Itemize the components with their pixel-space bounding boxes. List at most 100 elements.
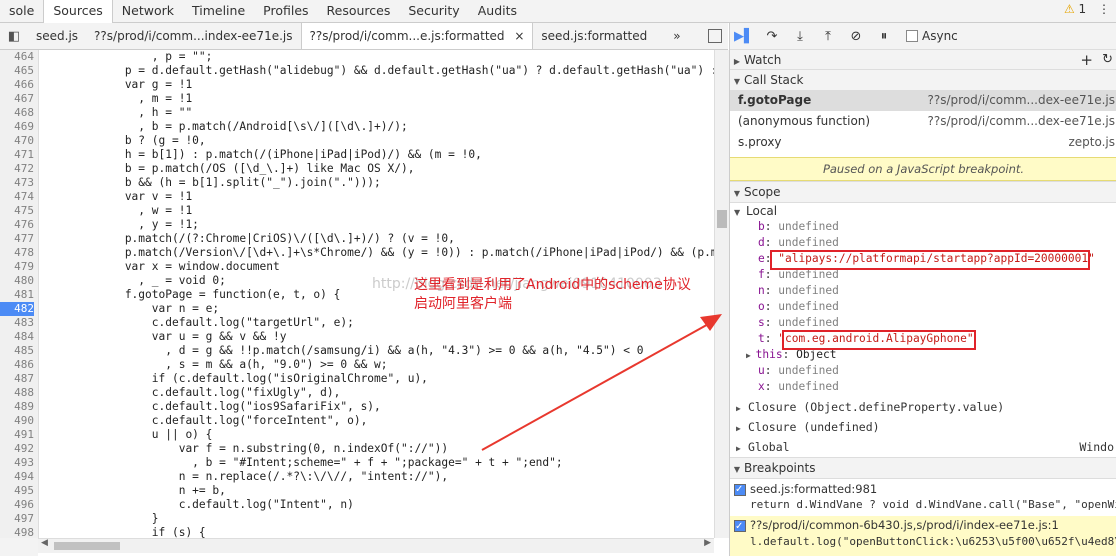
close-icon[interactable]: × <box>514 29 524 43</box>
scope-var[interactable]: x: undefined <box>758 379 839 395</box>
line-number[interactable]: 489 <box>0 400 34 414</box>
async-checkbox[interactable] <box>906 30 918 42</box>
line-number[interactable]: 492 <box>0 442 34 456</box>
tab-console[interactable]: sole <box>0 0 43 22</box>
watch-section-header[interactable]: ▶ Watch + ↻ <box>730 49 1116 71</box>
line-number[interactable]: 471 <box>0 148 34 162</box>
collapse-arrow-icon: ▼ <box>733 189 741 198</box>
scope-var[interactable]: o: undefined <box>758 299 839 315</box>
scrollbar-thumb[interactable] <box>717 210 727 228</box>
step-out-icon[interactable]: ⤒ <box>814 29 842 44</box>
callstack-frame[interactable]: f.gotoPage ??s/prod/i/comm...dex-ee71e.j… <box>730 90 1116 111</box>
line-number[interactable]: 466 <box>0 78 34 92</box>
line-number[interactable]: 464 <box>0 50 34 64</box>
line-number[interactable]: 494 <box>0 470 34 484</box>
tab-resources[interactable]: Resources <box>318 0 400 22</box>
line-number[interactable]: 474 <box>0 190 34 204</box>
line-number[interactable]: 465 <box>0 64 34 78</box>
breakpoint-line-number[interactable]: 482 <box>0 302 34 316</box>
breakpoint-item-active[interactable]: ??s/prod/i/common-6b430.js,s/prod/i/inde… <box>730 516 1116 556</box>
line-number[interactable]: 467 <box>0 92 34 106</box>
file-tab-seed[interactable]: seed.js <box>28 23 86 49</box>
annotation-callout: 这里看到是利用了Android中的scheme协议 启动阿里客户端 <box>414 276 691 314</box>
step-over-icon[interactable]: ↷ <box>758 29 786 44</box>
frame-location[interactable]: ??s/prod/i/comm...dex-ee71e.js <box>928 111 1116 132</box>
refresh-icon[interactable]: ↻ <box>1102 50 1113 70</box>
line-number[interactable]: 485 <box>0 344 34 358</box>
line-number[interactable]: 479 <box>0 260 34 274</box>
breakpoint-checkbox[interactable] <box>734 482 746 498</box>
line-number[interactable]: 481 <box>0 288 34 302</box>
line-number[interactable]: 476 <box>0 218 34 232</box>
scope-var[interactable]: u: undefined <box>758 363 839 379</box>
line-number[interactable]: 490 <box>0 414 34 428</box>
resume-icon[interactable]: ▶▌ <box>730 29 758 44</box>
line-number[interactable]: 495 <box>0 484 34 498</box>
scope-var[interactable]: s: undefined <box>758 315 839 331</box>
scope-closure[interactable]: ▶ Closure (undefined) <box>736 419 880 435</box>
line-number[interactable]: 496 <box>0 498 34 512</box>
line-number[interactable]: 484 <box>0 330 34 344</box>
line-number[interactable]: 478 <box>0 246 34 260</box>
line-number[interactable]: 468 <box>0 106 34 120</box>
tab-timeline[interactable]: Timeline <box>183 0 254 22</box>
annotation-line: 启动阿里客户端 <box>414 296 512 312</box>
line-number[interactable]: 475 <box>0 204 34 218</box>
scope-local-header[interactable]: ▼ Local <box>734 203 777 219</box>
tab-sources[interactable]: Sources <box>43 0 113 23</box>
line-number[interactable]: 488 <box>0 386 34 400</box>
editor-horizontal-scrollbar[interactable]: ◀ ▶ <box>38 538 714 553</box>
scope-var[interactable]: b: undefined <box>758 219 839 235</box>
frame-location[interactable]: zepto.js <box>1068 132 1115 153</box>
pause-on-exceptions-icon[interactable]: ⏸ <box>870 29 898 44</box>
line-number[interactable]: 483 <box>0 316 34 330</box>
more-tabs-icon[interactable]: » <box>665 23 688 49</box>
line-number[interactable]: 493 <box>0 456 34 470</box>
file-tab-seed-formatted[interactable]: seed.js:formatted <box>533 23 655 49</box>
scroll-right-icon[interactable]: ▶ <box>704 538 711 548</box>
scope-var[interactable]: n: undefined <box>758 283 839 299</box>
line-number[interactable]: 491 <box>0 428 34 442</box>
tab-profiles[interactable]: Profiles <box>254 0 317 22</box>
scope-global[interactable]: ▶ Global Windo <box>736 439 1114 455</box>
line-number[interactable]: 497 <box>0 512 34 526</box>
breakpoint-item[interactable]: seed.js:formatted:981 return d.WindVane … <box>730 481 1116 515</box>
scope-var[interactable]: d: undefined <box>758 235 839 251</box>
tab-security[interactable]: Security <box>399 0 468 22</box>
callstack-frame[interactable]: s.proxy zepto.js <box>730 132 1116 153</box>
breakpoints-section-header[interactable]: ▼ Breakpoints <box>730 457 1116 479</box>
line-number[interactable]: 473 <box>0 176 34 190</box>
file-tab-index-formatted[interactable]: ??s/prod/i/comm...e.js:formatted × <box>300 23 534 49</box>
warning-counter[interactable]: ⚠ 1 ⋮ <box>1064 2 1110 16</box>
callstack-frame[interactable]: (anonymous function) ??s/prod/i/comm...d… <box>730 111 1116 132</box>
breakpoint-checkbox[interactable] <box>734 518 746 536</box>
toggle-navigator-icon[interactable]: ◧ <box>0 29 28 44</box>
file-tab-index[interactable]: ??s/prod/i/comm...index-ee71e.js <box>86 23 300 49</box>
line-number[interactable]: 470 <box>0 134 34 148</box>
more-menu-icon[interactable]: ⋮ <box>1098 2 1110 16</box>
deactivate-breakpoints-icon[interactable]: ⊘ <box>842 29 870 44</box>
callstack-section-header[interactable]: ▼ Call Stack <box>730 69 1116 91</box>
scope-closure[interactable]: ▶ Closure (Object.defineProperty.value) <box>736 399 1004 415</box>
scroll-left-icon[interactable]: ◀ <box>41 538 48 548</box>
line-number[interactable]: 486 <box>0 358 34 372</box>
tab-network[interactable]: Network <box>113 0 183 22</box>
step-into-icon[interactable]: ⤓ <box>786 29 814 44</box>
expand-arrow-icon[interactable]: ▶ <box>746 351 756 360</box>
section-title: Watch <box>744 53 782 67</box>
editor-vertical-scrollbar[interactable] <box>714 50 729 538</box>
frame-location[interactable]: ??s/prod/i/comm...dex-ee71e.js <box>928 90 1116 111</box>
add-watch-icon[interactable]: + <box>1080 50 1093 70</box>
toggle-debugger-icon[interactable] <box>708 29 722 43</box>
line-number[interactable]: 472 <box>0 162 34 176</box>
line-number[interactable]: 469 <box>0 120 34 134</box>
tab-audits[interactable]: Audits <box>469 0 526 22</box>
line-number[interactable]: 498 <box>0 526 34 538</box>
line-number[interactable]: 480 <box>0 274 34 288</box>
line-gutter[interactable]: 464 465 466 467 468 469 470 471 472 473 474 475 476 4… <box>0 50 39 538</box>
line-number[interactable]: 487 <box>0 372 34 386</box>
scope-section-header[interactable]: ▼ Scope <box>730 181 1116 203</box>
frame-function: (anonymous function) <box>738 114 871 128</box>
line-number[interactable]: 477 <box>0 232 34 246</box>
scrollbar-thumb[interactable] <box>54 542 120 550</box>
